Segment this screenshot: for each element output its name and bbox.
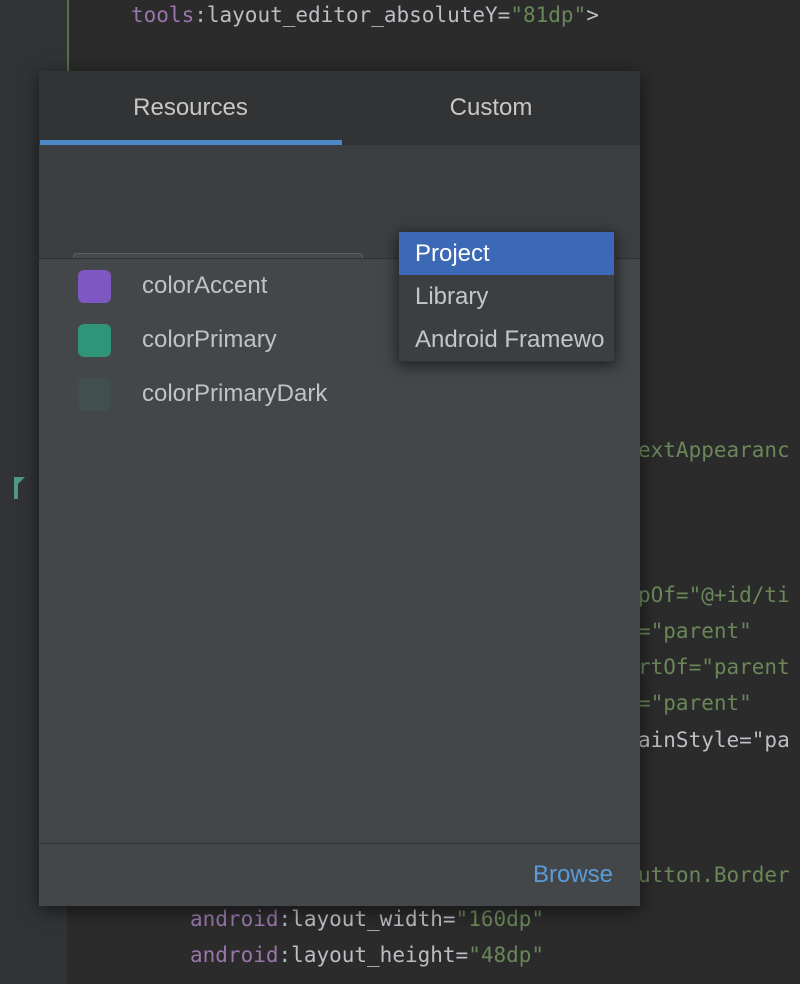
code-namespace: tools bbox=[131, 3, 194, 27]
resource-picker-dialog: Resources Custom Project colorA bbox=[39, 71, 640, 906]
code-attribute: layout_editor_absoluteY bbox=[207, 3, 498, 27]
list-item-label: colorPrimaryDark bbox=[142, 380, 327, 408]
color-swatch bbox=[78, 270, 111, 303]
code-line-text-appearance: extAppearanc bbox=[638, 437, 790, 464]
code-line-topof: pOf="@+id/ti bbox=[638, 582, 790, 609]
code-line-startof: rtOf="parent bbox=[638, 654, 790, 681]
tab-custom[interactable]: Custom bbox=[342, 71, 640, 145]
code-equals: = bbox=[443, 907, 456, 931]
browse-button[interactable]: Browse bbox=[533, 844, 613, 906]
code-attribute: layout_height bbox=[291, 943, 455, 967]
code-line-parent-1: ="parent" bbox=[638, 618, 752, 645]
color-swatch bbox=[78, 378, 111, 411]
code-tag-close: > bbox=[586, 3, 599, 27]
dropdown-option-project[interactable]: Project bbox=[399, 232, 614, 275]
code-line-parent-2: ="parent" bbox=[638, 690, 752, 717]
dialog-footer: Browse bbox=[39, 844, 640, 906]
code-namespace: android bbox=[190, 907, 279, 931]
code-colon: : bbox=[194, 3, 207, 27]
code-line-button-border: utton.Border bbox=[638, 862, 790, 889]
dialog-tab-bar: Resources Custom bbox=[39, 71, 640, 145]
code-line-layout-width: android:layout_width="160dp" bbox=[190, 906, 544, 933]
dropdown-option-android-framework[interactable]: Android Framewo bbox=[399, 318, 614, 361]
dropdown-option-library[interactable]: Library bbox=[399, 275, 614, 318]
code-equals: = bbox=[498, 3, 511, 27]
code-value: "48dp" bbox=[468, 943, 544, 967]
tab-resources[interactable]: Resources bbox=[39, 71, 342, 145]
list-item[interactable]: colorPrimaryDark bbox=[39, 367, 640, 421]
code-value: "160dp" bbox=[456, 907, 545, 931]
code-namespace: android bbox=[190, 943, 279, 967]
scope-combo-dropdown[interactable]: Project Library Android Framewo bbox=[398, 231, 615, 362]
list-item-label: colorPrimary bbox=[142, 326, 277, 354]
list-item-label: colorAccent bbox=[142, 272, 267, 300]
code-colon: : bbox=[279, 943, 292, 967]
code-value: "81dp" bbox=[510, 3, 586, 27]
code-line-layout-height: android:layout_height="48dp" bbox=[190, 942, 544, 969]
code-colon: : bbox=[279, 907, 292, 931]
code-line-chainstyle: ainStyle="pa bbox=[638, 727, 790, 754]
code-equals: = bbox=[456, 943, 469, 967]
code-line-tools-absolutey: tools:layout_editor_absoluteY="81dp"> bbox=[131, 2, 599, 29]
code-attribute: layout_width bbox=[291, 907, 443, 931]
code-fold-marker-icon[interactable] bbox=[14, 477, 25, 488]
color-swatch bbox=[78, 324, 111, 357]
